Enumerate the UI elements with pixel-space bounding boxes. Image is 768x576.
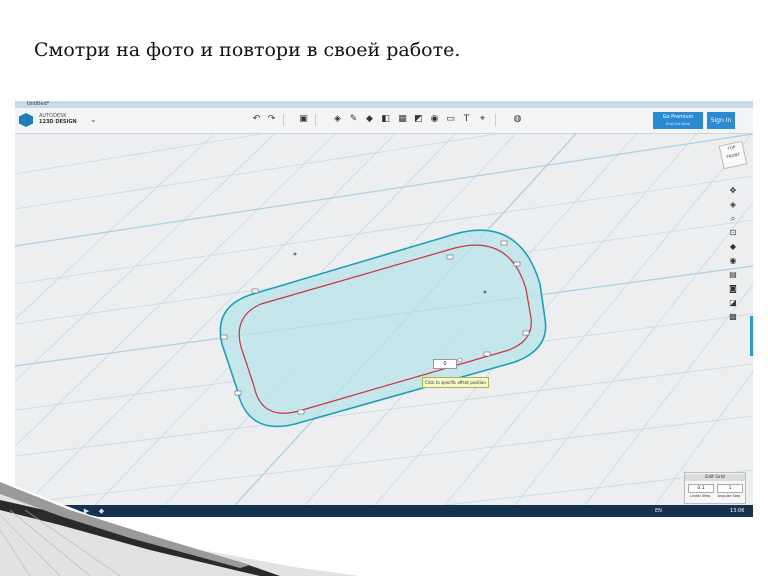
material-icon[interactable]: ▣ [298,114,309,125]
workplane-grid [15,101,753,517]
slide-decoration [0,480,470,576]
offset-tooltip: Click to specific offset position [422,377,489,388]
offset-value-input[interactable]: 0 [433,359,457,369]
pan-icon[interactable]: ✥ [727,185,739,197]
app-menu-chevron-icon[interactable]: ⌄ [90,115,97,124]
modify-icon[interactable]: ◧ [380,114,391,125]
zoom-icon[interactable]: ⌕ [727,213,739,225]
go-premium-sublabel: Find Out More [665,122,691,126]
screenshot-icon[interactable]: ◙ [727,283,739,295]
sketch-icon[interactable]: ✎ [348,114,359,125]
toolbar-divider [283,114,284,126]
combine-icon[interactable]: ◉ [429,114,440,125]
grouping-icon[interactable]: ◩ [413,114,424,125]
view-cube-icon[interactable]: TOP FRONT [718,140,748,170]
snap-icon[interactable]: ⌖ [477,114,488,125]
material-view-icon[interactable]: ▤ [727,269,739,281]
app-screenshot: Untitled* AUTODESK 123D DESIGN ⌄ ↶ ↷ ▣ ◈… [15,101,753,517]
fit-icon[interactable]: ⊡ [727,227,739,239]
main-toolbar: AUTODESK 123D DESIGN ⌄ ↶ ↷ ▣ ◈ ✎ ◆ ◧ ▦ ◩… [15,108,753,134]
scrollbar-handle[interactable] [750,316,753,356]
navigation-toolbar: ✥ ◈ ⌕ ⊡ ◆ ◉ ▤ ◙ ◪ ▩ [727,185,741,325]
orbit-icon[interactable]: ◈ [727,199,739,211]
construct-icon[interactable]: ◆ [364,114,375,125]
toolbar-divider [315,114,316,126]
toolbar-divider [495,114,496,126]
undo-icon[interactable]: ↶ [251,114,262,125]
window-title-bar: Untitled* [15,101,753,108]
go-premium-label: Go Premium [662,114,694,120]
go-premium-button[interactable]: Go Premium Find Out More [653,112,703,129]
materials-icon[interactable]: ◍ [512,114,523,125]
sign-in-button[interactable]: Sign In [707,112,735,129]
primitives-icon[interactable]: ◈ [332,114,343,125]
pattern-icon[interactable]: ▦ [397,114,408,125]
snap-tool-icon[interactable]: ◪ [727,297,739,309]
measure-icon[interactable]: ▭ [445,114,456,125]
visibility-icon[interactable]: ◉ [727,255,739,267]
app-logo-icon[interactable] [19,113,33,127]
view-icon[interactable]: ◆ [727,241,739,253]
text-icon[interactable]: T [461,114,472,125]
app-brand: AUTODESK 123D DESIGN [39,113,77,125]
grid-tool-icon[interactable]: ▩ [727,311,739,323]
slide-instruction-text: Смотри на фото и повтори в своей работе. [34,39,461,61]
3d-viewport[interactable] [15,101,753,517]
redo-icon[interactable]: ↷ [266,114,277,125]
window-title: Untitled* [27,101,50,107]
brand-line-2: 123D DESIGN [39,119,77,125]
